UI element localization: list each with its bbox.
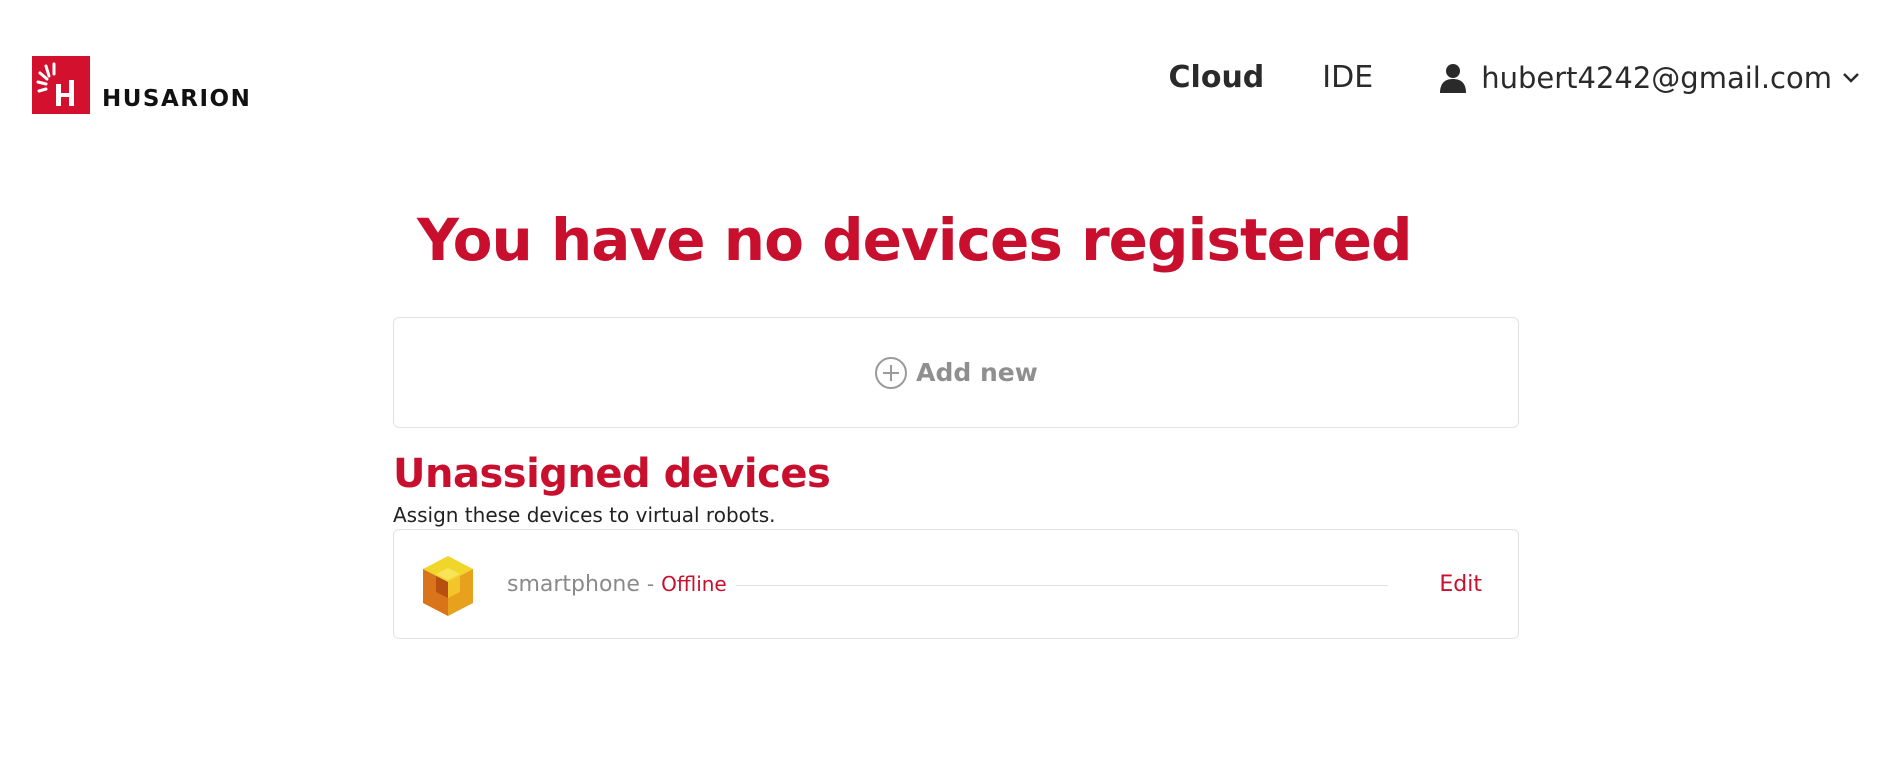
- user-icon: [1440, 63, 1467, 93]
- device-status: Offline: [661, 572, 727, 596]
- chevron-down-icon: [1843, 72, 1859, 83]
- brand-name: HUSARION: [102, 86, 252, 112]
- divider: [736, 585, 1388, 586]
- device-row: smartphone - Offline Edit: [393, 529, 1519, 639]
- user-menu[interactable]: hubert4242@gmail.com: [1439, 61, 1860, 95]
- page: HUSARION Cloud IDE hubert4242@gmail.com …: [0, 0, 1900, 764]
- device-name-line: smartphone - Offline: [507, 572, 727, 597]
- add-new-content: Add new: [874, 356, 1038, 390]
- nav-cloud[interactable]: Cloud: [1169, 60, 1265, 95]
- user-email: hubert4242@gmail.com: [1481, 60, 1832, 95]
- add-new-button[interactable]: Add new: [393, 317, 1519, 428]
- page-title: You have no devices registered: [417, 206, 1412, 274]
- nav-ide[interactable]: IDE: [1322, 60, 1373, 95]
- husarion-logo[interactable]: HUSARION: [32, 56, 251, 114]
- device-cube-icon: [423, 556, 473, 616]
- edit-device-link[interactable]: Edit: [1439, 572, 1482, 597]
- plus-circle-icon: [875, 356, 908, 389]
- logo-mark-icon: [32, 56, 90, 114]
- unassigned-devices-title: Unassigned devices: [393, 451, 831, 497]
- main-nav: Cloud IDE hubert4242@gmail.com: [1169, 60, 1860, 95]
- add-new-label: Add new: [916, 358, 1038, 387]
- device-separator: -: [646, 572, 655, 596]
- unassigned-devices-subtitle: Assign these devices to virtual robots.: [393, 503, 776, 527]
- device-name: smartphone: [507, 572, 640, 597]
- top-header: HUSARION Cloud IDE hubert4242@gmail.com: [0, 0, 1900, 160]
